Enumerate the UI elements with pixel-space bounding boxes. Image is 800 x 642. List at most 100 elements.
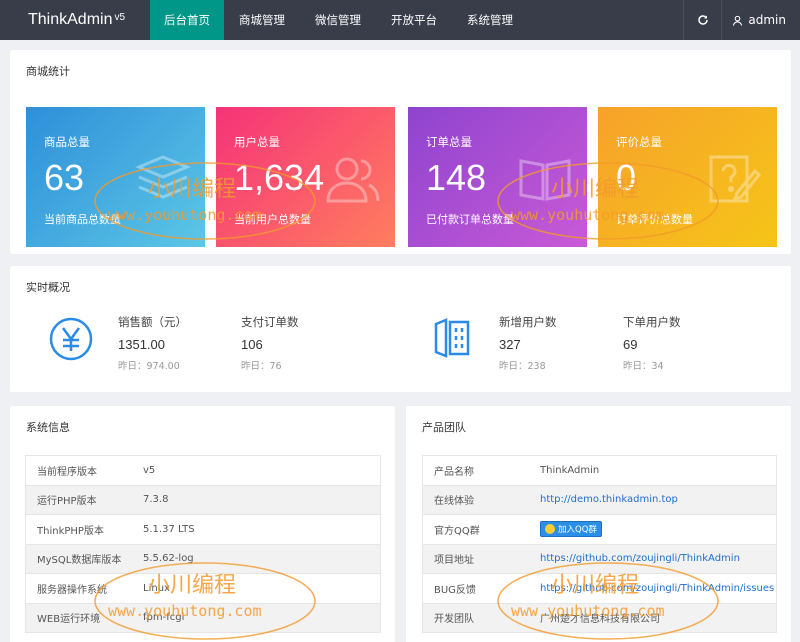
row-value: ThinkAdmin [540, 464, 600, 476]
row-key: 开发团队 [434, 614, 474, 626]
card-value: 1,634 [234, 157, 325, 198]
table-row: 在线体验 http://demo.thinkadmin.top [423, 485, 776, 515]
table-row: 项目地址 https://github.com/zoujingli/ThinkAd… [423, 544, 776, 574]
table-row: 产品名称 ThinkAdmin [423, 456, 776, 486]
mall-stats-panel: 商城统计 商品总量 63 当前商品总数量 用户总量 1,634 当前用户总数量 … [10, 50, 791, 254]
row-key: 当前程序版本 [37, 466, 97, 478]
row-value: Linux [143, 582, 170, 594]
database-icon [434, 318, 470, 358]
stat-yesterday: 昨日：238 [499, 361, 546, 372]
top-navbar: ThinkAdmin v5 后台首页 商城管理 微信管理 开放平台 系统管理 ad… [0, 0, 800, 40]
stat-value: 69 [623, 337, 638, 352]
stat-yesterday: 昨日：34 [623, 361, 664, 372]
app-version: v5 [114, 11, 126, 23]
product-team-table: 产品名称 ThinkAdmin 在线体验 http://demo.thinkadmi… [422, 455, 777, 633]
table-row: BUG反馈 https://github.com/zoujingli/ThinkA… [423, 574, 776, 604]
table-row: ThinkPHP版本 5.1.37 LTS [26, 515, 380, 545]
row-value: fpm-fcgi [143, 612, 185, 624]
users-icon [326, 157, 380, 203]
project-link[interactable]: https://github.com/zoujingli/ThinkAdmin [527, 553, 740, 564]
row-key: MySQL数据库版本 [37, 555, 122, 567]
nav-item-open-platform[interactable]: 开放平台 [376, 0, 452, 40]
table-row: 服务器操作系统 Linux [26, 574, 380, 604]
stack-icon [135, 155, 191, 199]
stat-card-orders: 订单总量 148 已付款订单总数量 [408, 107, 587, 247]
product-team-title: 产品团队 [422, 421, 466, 434]
row-value: 5.5.62-log [143, 553, 194, 565]
row-key: 项目地址 [434, 555, 474, 567]
card-value: 63 [44, 157, 85, 198]
nav-item-wechat[interactable]: 微信管理 [300, 0, 376, 40]
row-key: BUG反馈 [434, 584, 476, 596]
refresh-button[interactable] [683, 0, 721, 40]
yen-icon [49, 317, 93, 361]
mall-stats-title: 商城统计 [26, 65, 70, 78]
main-nav: 后台首页 商城管理 微信管理 开放平台 系统管理 [150, 0, 528, 40]
join-qq-label: 加入QQ群 [558, 525, 597, 536]
user-icon [733, 15, 743, 26]
table-row: MySQL数据库版本 5.5.62-log [26, 544, 380, 574]
nav-item-home[interactable]: 后台首页 [150, 0, 224, 40]
stat-sales: 销售额（元） 1351.00 昨日：974.00 [118, 314, 187, 372]
table-row: 官方QQ群 加入QQ群 [423, 515, 776, 545]
stat-title: 销售额（元） [118, 315, 187, 329]
row-key: WEB运行环境 [37, 614, 101, 626]
card-label: 评价总量 [616, 135, 662, 149]
row-value: 5.1.37 LTS [143, 523, 195, 535]
stat-paid-orders: 支付订单数 106 昨日：76 [241, 314, 299, 372]
product-team-panel: 产品团队 产品名称 ThinkAdmin 在线体验 http://demo.thin… [406, 406, 791, 642]
stat-yesterday: 昨日：76 [241, 361, 282, 372]
system-info-title: 系统信息 [26, 421, 70, 434]
stat-card-reviews: 评价总量 0 订单评价总数量 [598, 107, 777, 247]
stat-value: 1351.00 [118, 337, 165, 352]
row-key: 官方QQ群 [434, 525, 480, 537]
card-label: 用户总量 [234, 135, 280, 149]
join-qq-group-button[interactable]: 加入QQ群 [540, 521, 602, 538]
card-subtitle: 当前商品总数量 [44, 213, 121, 226]
issues-link[interactable]: https://github.com/zoujingli/ThinkAdmin/… [527, 583, 774, 594]
row-key: 产品名称 [434, 466, 474, 478]
stat-yesterday: 昨日：974.00 [118, 361, 180, 372]
stat-card-users: 用户总量 1,634 当前用户总数量 [216, 107, 395, 247]
card-subtitle: 当前用户总数量 [234, 213, 311, 226]
stat-title: 新增用户数 [499, 315, 557, 329]
user-menu[interactable]: admin [721, 0, 800, 40]
card-subtitle: 已付款订单总数量 [426, 213, 514, 226]
table-row: 开发团队 广州楚才信息科技有限公司 [423, 603, 776, 633]
table-row: WEB运行环境 fpm-fcgi [26, 603, 380, 633]
row-key: ThinkPHP版本 [37, 525, 104, 537]
card-label: 商品总量 [44, 135, 90, 149]
system-info-panel: 系统信息 当前程序版本 v5 运行PHP版本 7.3.8 ThinkPHP版本 5.1… [10, 406, 395, 642]
stat-title: 支付订单数 [241, 315, 299, 329]
row-key: 服务器操作系统 [37, 584, 107, 596]
row-value: v5 [143, 464, 156, 476]
table-row: 运行PHP版本 7.3.8 [26, 485, 380, 515]
card-label: 订单总量 [426, 135, 472, 149]
demo-link[interactable]: http://demo.thinkadmin.top [527, 494, 678, 505]
card-value: 0 [616, 157, 637, 198]
stat-ordering-users: 下单用户数 69 昨日：34 [623, 314, 681, 372]
app-logo[interactable]: ThinkAdmin v5 [0, 0, 150, 40]
refresh-icon [698, 15, 708, 25]
realtime-panel: 实时概况 销售额（元） 1351.00 昨日：974.00 支付订单数 106 … [10, 266, 791, 392]
card-value: 148 [426, 157, 487, 198]
card-subtitle: 订单评价总数量 [616, 213, 693, 226]
system-info-table: 当前程序版本 v5 运行PHP版本 7.3.8 ThinkPHP版本 5.1.37 L… [25, 455, 381, 633]
table-row: 当前程序版本 v5 [26, 456, 380, 486]
stat-new-users: 新增用户数 327 昨日：238 [499, 314, 557, 372]
edit-question-icon [709, 155, 762, 203]
row-value: 广州楚才信息科技有限公司 [540, 614, 660, 626]
realtime-title: 实时概况 [26, 281, 70, 294]
stat-title: 下单用户数 [623, 315, 681, 329]
qq-icon [545, 524, 555, 535]
nav-item-mall[interactable]: 商城管理 [224, 0, 300, 40]
row-key: 运行PHP版本 [37, 496, 97, 508]
stat-card-products: 商品总量 63 当前商品总数量 [26, 107, 205, 247]
stat-value: 106 [241, 337, 263, 352]
app-name: ThinkAdmin [28, 11, 113, 28]
row-key: 在线体验 [434, 496, 474, 508]
nav-item-system[interactable]: 系统管理 [452, 0, 528, 40]
book-icon [519, 159, 571, 201]
stat-value: 327 [499, 337, 521, 352]
username: admin [748, 13, 786, 27]
